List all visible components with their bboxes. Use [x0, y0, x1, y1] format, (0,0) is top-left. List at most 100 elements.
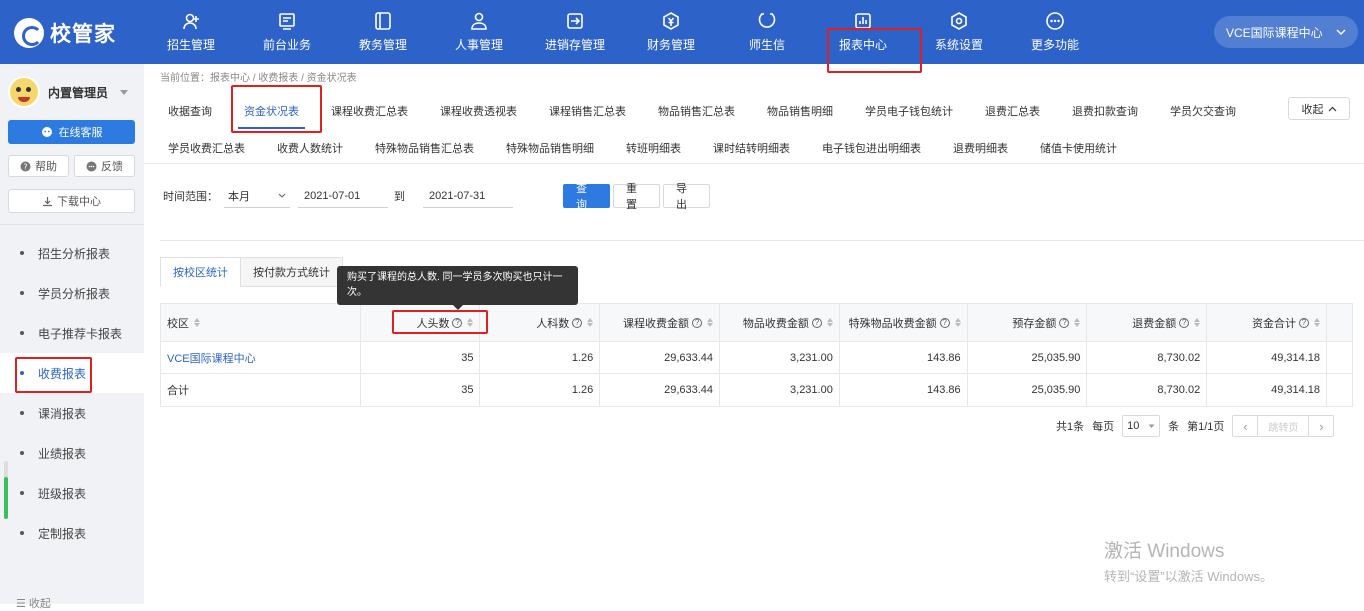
tab-row2-8[interactable]: 储值卡使用统计	[1024, 129, 1133, 166]
jump-page-input[interactable]: 跳转页	[1257, 416, 1310, 436]
column-header-7[interactable]: 退费金额?	[1087, 304, 1208, 341]
tab-by-campus[interactable]: 按校区统计	[160, 257, 241, 287]
sidebar-item-1[interactable]: 学员分析报表	[0, 273, 144, 313]
sort-icon[interactable]	[467, 318, 474, 327]
nav-item-6[interactable]: 师生信	[719, 0, 815, 64]
nav-item-7[interactable]: 报表中心	[815, 0, 911, 64]
prev-page-icon[interactable]: ‹	[1233, 415, 1257, 437]
stat-subtabs: 按校区统计 按付款方式统计	[160, 257, 343, 287]
tab-row1-4[interactable]: 课程销售汇总表	[533, 92, 642, 129]
sort-icon[interactable]	[1074, 318, 1081, 327]
tab-row2-4[interactable]: 转班明细表	[610, 129, 697, 166]
sort-icon[interactable]	[707, 318, 714, 327]
column-header-label: 课程收费金额	[623, 317, 690, 330]
sort-icon[interactable]	[1314, 318, 1321, 327]
sidebar-item-label: 班级报表	[38, 486, 87, 501]
sort-icon[interactable]	[1194, 318, 1201, 327]
help-icon[interactable]: ?	[1179, 317, 1190, 328]
download-center-button[interactable]: 下载中心	[8, 189, 135, 213]
tab-row2-3[interactable]: 特殊物品销售明细	[490, 129, 610, 166]
sort-icon[interactable]	[826, 318, 833, 327]
sort-icon[interactable]	[587, 318, 594, 327]
campus-cell: 合计	[161, 374, 361, 406]
tab-row1-3[interactable]: 课程收费透视表	[424, 92, 533, 129]
value-cell: 1.26	[480, 342, 601, 373]
column-header-label: 人头数	[416, 317, 450, 330]
column-header-0[interactable]: 校区	[161, 304, 361, 341]
help-icon[interactable]: ?	[572, 317, 583, 328]
nav-item-1[interactable]: 前台业务	[239, 0, 335, 64]
sidebar-item-4[interactable]: 课消报表	[0, 393, 144, 433]
app-logo[interactable]: 校管家	[14, 18, 116, 48]
end-date-input[interactable]: 2021-07-31	[423, 184, 513, 208]
column-header-6[interactable]: 预存金额?	[968, 304, 1088, 341]
tab-row2-2[interactable]: 特殊物品销售汇总表	[359, 129, 490, 166]
sidebar-item-7[interactable]: 定制报表	[0, 513, 144, 553]
help-icon[interactable]: ?	[692, 317, 703, 328]
tab-by-payment-method[interactable]: 按付款方式统计	[240, 257, 343, 287]
tab-row2-1[interactable]: 收费人数统计	[261, 129, 359, 166]
bullet-icon	[20, 411, 24, 415]
tab-row1-1[interactable]: 资金状况表	[228, 92, 315, 129]
sidebar-item-0[interactable]: 招生分析报表	[0, 233, 144, 273]
tab-row1-7[interactable]: 学员电子钱包统计	[849, 92, 969, 129]
help-icon[interactable]: ?	[1059, 317, 1070, 328]
tab-row1-6[interactable]: 物品销售明细	[751, 92, 849, 129]
tab-row1-9[interactable]: 退费扣款查询	[1056, 92, 1154, 129]
period-select[interactable]: 本月	[224, 184, 290, 208]
tab-row1-10[interactable]: 学员欠交查询	[1154, 92, 1252, 129]
collapse-tabs-button[interactable]: 收起	[1288, 97, 1350, 120]
nav-item-2[interactable]: 教务管理	[335, 0, 431, 64]
nav-item-3[interactable]: 人事管理	[431, 0, 527, 64]
nav-label: 更多功能	[1030, 38, 1079, 52]
export-button[interactable]: 导出	[663, 183, 710, 211]
sidebar-item-5[interactable]: 业绩报表	[0, 433, 144, 473]
nav-item-4[interactable]: 进销存管理	[527, 0, 623, 64]
value-cell: 29,633.44	[600, 342, 721, 373]
tab-row1-8[interactable]: 退费汇总表	[969, 92, 1056, 129]
user-profile[interactable]: 内置管理员	[8, 76, 129, 108]
main-content: 当前位置：报表中心 / 收费报表 / 资金状况表 收据查询 资金状况表 课程收费汇总…	[144, 64, 1364, 604]
help-icon[interactable]: ?	[811, 317, 822, 328]
column-header-label: 校区	[167, 317, 189, 330]
sidebar-item-3[interactable]: 收费报表	[0, 353, 144, 393]
column-header-4[interactable]: 物品收费金额?	[720, 304, 840, 341]
help-icon[interactable]: ?	[452, 317, 463, 328]
tab-row2-5[interactable]: 课时结转明细表	[697, 129, 806, 166]
school-selector[interactable]: VCE国际课程中心	[1214, 16, 1358, 48]
sort-icon[interactable]	[954, 318, 961, 327]
sidebar-scrollbar[interactable]	[4, 461, 8, 519]
tab-row1-0[interactable]: 收据查询	[152, 92, 228, 129]
period-value: 本月	[228, 190, 250, 203]
sidebar-menu: 招生分析报表 学员分析报表 电子推荐卡报表 收费报表 课消报表 业绩报表班级报表定制报表	[0, 233, 144, 553]
next-page-icon[interactable]: ›	[1309, 415, 1333, 437]
nav-item-8[interactable]: 系统设置	[911, 0, 1007, 64]
tab-row1-5[interactable]: 物品销售汇总表	[642, 92, 751, 129]
nav-item-5[interactable]: 财务管理	[623, 0, 719, 64]
page-size-select[interactable]: 10	[1122, 415, 1161, 437]
tab-row2-0[interactable]: 学员收费汇总表	[152, 129, 261, 166]
sort-icon[interactable]	[194, 318, 200, 327]
nav-item-9[interactable]: 更多功能	[1007, 0, 1103, 64]
tab-row1-2[interactable]: 课程收费汇总表	[315, 92, 424, 129]
reset-button[interactable]: 重置	[613, 183, 660, 211]
sidebar-item-2[interactable]: 电子推荐卡报表	[0, 313, 144, 353]
start-date-input[interactable]: 2021-07-01	[298, 184, 388, 208]
column-header-3[interactable]: 课程收费金额?	[600, 304, 721, 341]
feedback-button[interactable]: 反馈	[74, 155, 135, 177]
sidebar-collapse[interactable]: ☰ 收起	[16, 595, 51, 611]
tab-row2-6[interactable]: 电子钱包进出明细表	[806, 129, 937, 166]
tab-row2-7[interactable]: 退费明细表	[937, 129, 1024, 166]
column-header-8[interactable]: 资金合计?	[1207, 304, 1328, 341]
user-name: 内置管理员	[48, 85, 109, 100]
query-button[interactable]: 查询	[563, 183, 610, 211]
online-service-button[interactable]: 在线客服	[8, 120, 135, 144]
column-header-2[interactable]: 人科数?	[480, 304, 601, 341]
nav-item-0[interactable]: 招生管理	[143, 0, 239, 64]
help-icon[interactable]: ?	[1299, 317, 1310, 328]
column-header-5[interactable]: 特殊物品收费金额?	[840, 304, 968, 341]
help-button[interactable]: ? 帮助	[8, 155, 69, 177]
help-icon[interactable]: ?	[939, 317, 950, 328]
sidebar-item-6[interactable]: 班级报表	[0, 473, 144, 513]
campus-cell[interactable]: VCE国际课程中心	[161, 342, 361, 373]
